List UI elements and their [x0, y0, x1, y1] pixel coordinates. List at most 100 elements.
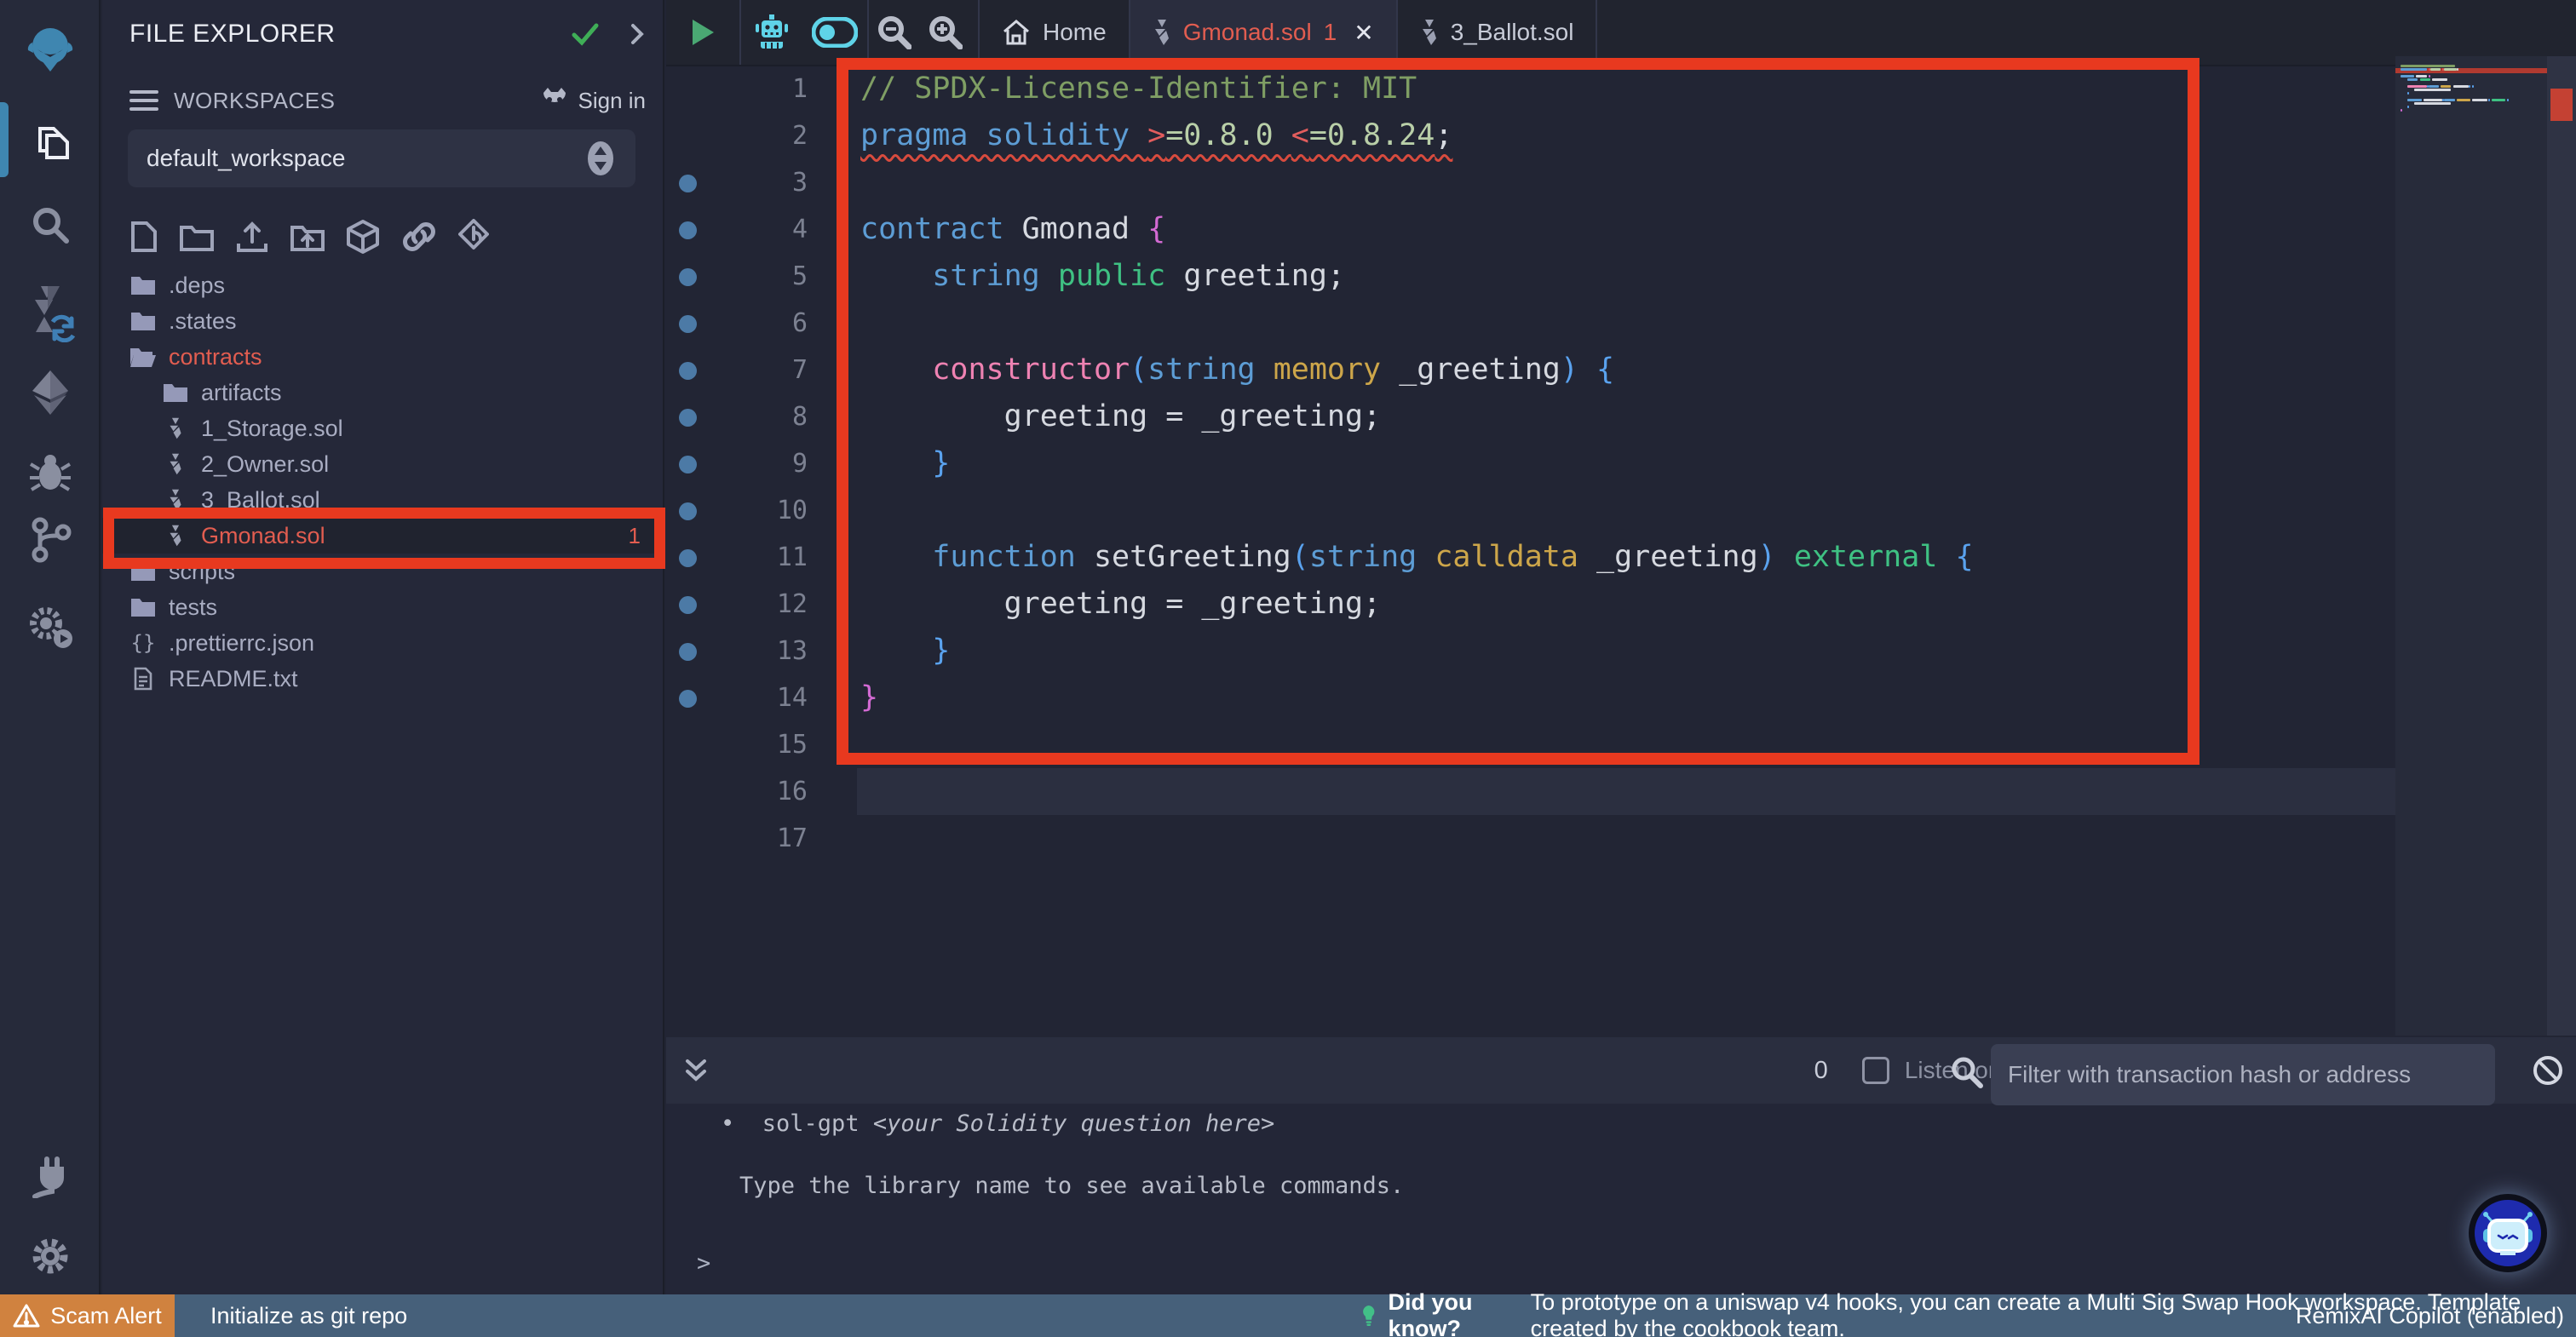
tab-home[interactable]: Home [980, 0, 1130, 65]
script-runner-icon[interactable] [0, 601, 101, 652]
tree-item-gmonad-sol[interactable]: Gmonad.sol1 [102, 518, 663, 554]
line-number: 11 [666, 534, 808, 581]
tree-item-label: 1_Storage.sol [201, 416, 343, 442]
minimap-line [2432, 78, 2447, 81]
terminal-output[interactable]: • sol-gpt <your Solidity question here> … [666, 1104, 2576, 1294]
sign-in-button[interactable]: Sign in [539, 88, 647, 114]
tree-item-2-owner-sol[interactable]: 2_Owner.sol [102, 446, 663, 482]
upload-folder-icon[interactable] [290, 221, 325, 253]
tree-item-label: scripts [169, 559, 235, 585]
git-icon[interactable] [0, 516, 101, 564]
tab-gmonad[interactable]: Gmonad.sol 1 ✕ [1130, 0, 1398, 65]
filter-placeholder: Filter with transaction hash or address [2008, 1061, 2411, 1088]
tab-bar: Home Gmonad.sol 1 ✕ 3_Ballot.sol [666, 0, 2576, 66]
tree-item-scripts[interactable]: scripts [102, 554, 663, 589]
tree-item-contracts[interactable]: contracts [102, 339, 663, 375]
scrollbar-error-marker [2550, 89, 2573, 121]
folder-icon [129, 310, 157, 332]
code-line-16 [860, 768, 2208, 815]
debugger-icon[interactable] [0, 450, 101, 496]
new-file-icon[interactable] [129, 220, 158, 254]
git-init-button[interactable]: Initialize as git repo [210, 1303, 407, 1329]
terminal-panel: 0 Listen on all transactions Filter with… [666, 1037, 2576, 1294]
minimap-line [2424, 99, 2443, 101]
search-icon[interactable] [0, 201, 101, 249]
tree-item-1-storage-sol[interactable]: 1_Storage.sol [102, 410, 663, 446]
tree-item--states[interactable]: .states [102, 303, 663, 339]
settings-gear-icon[interactable] [0, 1233, 101, 1279]
zoom-out-icon[interactable] [869, 0, 920, 65]
folder-icon [129, 560, 157, 582]
minimap-line [2414, 89, 2451, 91]
folder-icon [129, 274, 157, 296]
sol-icon [162, 488, 189, 512]
line-number: 6 [666, 300, 808, 347]
tree-item-label: README.txt [169, 666, 298, 692]
minimap-line [2429, 75, 2430, 77]
workspace-select[interactable]: default_workspace [128, 129, 635, 187]
collapse-terminal-icon[interactable] [683, 1056, 709, 1085]
upload-file-icon[interactable] [235, 220, 269, 254]
code-content[interactable]: // SPDX-License-Identifier: MITpragma so… [860, 66, 2208, 862]
minimap-line [2469, 85, 2470, 88]
tree-item-artifacts[interactable]: artifacts [102, 375, 663, 410]
remixai-toggle[interactable] [802, 0, 867, 65]
file-explorer-panel: FILE EXPLORER WORKSPACES Sign in [102, 0, 664, 1294]
minimap-line [2457, 68, 2458, 71]
editor-area: Home Gmonad.sol 1 ✕ 3_Ballot.sol 1234567… [666, 0, 2576, 1037]
code-line-14: } [860, 674, 2208, 721]
folder-icon [129, 596, 157, 618]
tab-error-badge: 1 [1324, 19, 1337, 46]
code-line-7: constructor(string memory _greeting) { [860, 347, 2208, 393]
tree-item-readme-txt[interactable]: README.txt [102, 661, 663, 697]
chevron-right-icon[interactable] [629, 21, 646, 47]
tree-item--prettierrc-json[interactable]: {}.prettierrc.json [102, 625, 663, 661]
tree-item-label: .states [169, 308, 237, 335]
file-explorer-icon[interactable] [0, 118, 101, 167]
code-line-2: pragma solidity >=0.8.0 <=0.8.24; [860, 112, 2208, 159]
remix-logo-icon[interactable] [0, 22, 101, 75]
select-stepper-icon [584, 140, 617, 177]
solidity-compiler-icon[interactable] [0, 281, 101, 344]
code-line-9: } [860, 440, 2208, 487]
terminal-search-icon[interactable] [1951, 1056, 1983, 1088]
line-number: 8 [666, 393, 808, 440]
minimap-line [2429, 85, 2439, 88]
import-cube-icon[interactable] [346, 219, 380, 255]
line-number: 1 [666, 66, 808, 112]
minimap-line [2472, 99, 2487, 101]
transaction-filter-input[interactable]: Filter with transaction hash or address [1991, 1044, 2495, 1105]
json-icon: {} [129, 631, 157, 655]
sol-icon [162, 452, 189, 476]
tree-item-3-ballot-sol[interactable]: 3_Ballot.sol [102, 482, 663, 518]
explorer-toolbar [129, 218, 646, 255]
remixai-robot-icon[interactable] [741, 0, 802, 65]
accept-check-icon[interactable] [571, 21, 600, 47]
tree-item-tests[interactable]: tests [102, 589, 663, 625]
listen-checkbox[interactable] [1862, 1057, 1889, 1084]
remixai-assistant-button[interactable] [2469, 1194, 2547, 1272]
minimap-line [2407, 85, 2427, 88]
new-folder-icon[interactable] [179, 221, 215, 253]
clone-git-icon[interactable] [458, 219, 489, 255]
line-number: 9 [666, 440, 808, 487]
minimap-line [2457, 99, 2470, 101]
editor-scrollbar[interactable] [2547, 56, 2576, 1036]
workspaces-label: WORKSPACES [174, 88, 524, 114]
minimap[interactable] [2395, 56, 2547, 1036]
solidity-file-icon [1420, 19, 1439, 46]
plugin-manager-icon[interactable] [0, 1151, 101, 1199]
tree-item-label: 3_Ballot.sol [201, 487, 320, 514]
import-link-icon[interactable] [400, 220, 438, 254]
remix-ide-window: FILE EXPLORER WORKSPACES Sign in [0, 0, 2576, 1337]
zoom-in-icon[interactable] [920, 0, 971, 65]
deploy-run-icon[interactable] [0, 368, 101, 417]
clear-console-icon[interactable] [2532, 1054, 2564, 1087]
run-script-button[interactable] [666, 0, 739, 65]
hamburger-menu-icon[interactable] [129, 89, 158, 112]
scam-alert-button[interactable]: Scam Alert [0, 1294, 175, 1337]
tab-ballot[interactable]: 3_Ballot.sol [1398, 0, 1598, 65]
tree-item--deps[interactable]: .deps [102, 267, 663, 303]
line-number: 12 [666, 581, 808, 628]
tab-close-icon[interactable]: ✕ [1354, 19, 1373, 47]
